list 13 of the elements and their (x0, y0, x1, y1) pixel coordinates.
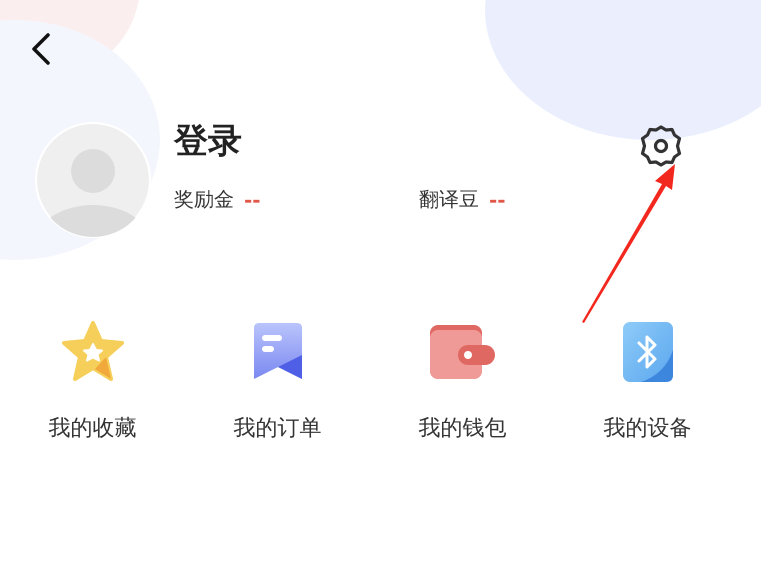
star-icon[interactable] (60, 321, 124, 383)
shortcut-label[interactable]: 我的钱包 (418, 413, 506, 443)
settings-icon[interactable] (639, 124, 683, 168)
back-button[interactable] (30, 32, 52, 68)
login-link[interactable]: 登录 (174, 118, 664, 164)
stat-label: 翻译豆 (419, 186, 479, 213)
shortcut-label[interactable]: 我的设备 (604, 413, 692, 443)
shortcut-label[interactable]: 我的订单 (234, 413, 322, 443)
shortcut-label[interactable]: 我的收藏 (48, 413, 136, 443)
stat-label: 奖励金 (174, 186, 234, 213)
stat-value: -- (489, 188, 506, 212)
bluetooth-icon[interactable] (622, 321, 672, 383)
stat-value: -- (244, 188, 261, 212)
